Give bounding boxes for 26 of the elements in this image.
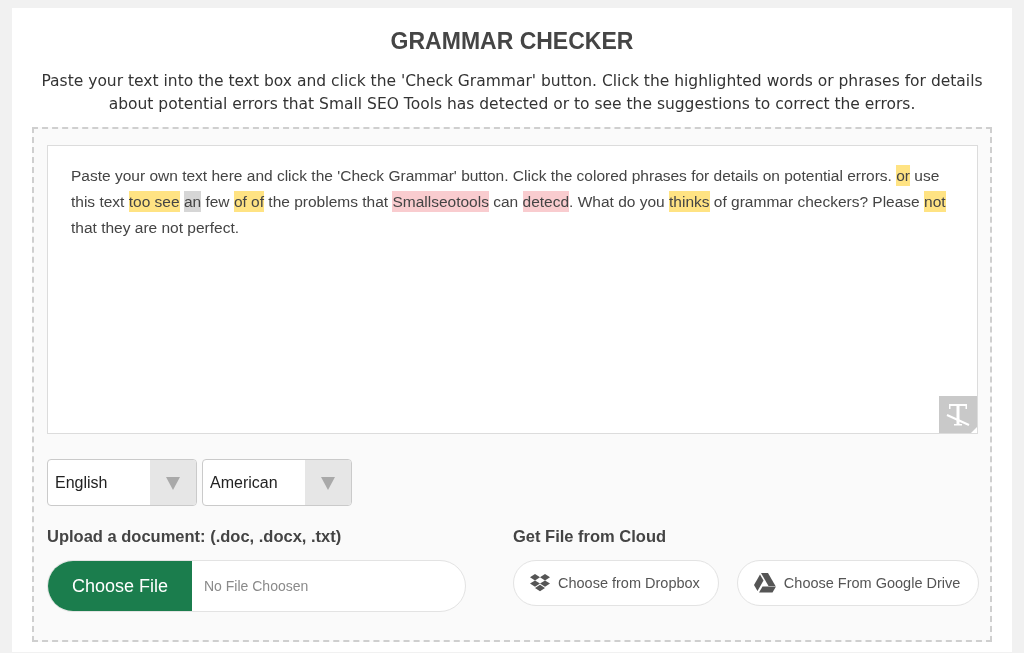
choose-file-button[interactable]: Choose File	[48, 561, 192, 611]
description-text: Paste your text into the text box and click the 'Check Grammar' button. Click the highlighted words or phrases for details about potential errors that Small SEO Tools has detected or to see the suggestions to correct the errors.	[40, 71, 984, 115]
clear-format-icon[interactable]	[939, 396, 977, 433]
highlighted-phrase[interactable]: too see	[128, 191, 180, 212]
caret-icon	[305, 460, 351, 505]
file-status-text: No File Choosen	[203, 578, 309, 594]
cloud-button[interactable]: Choose from Dropbox	[513, 560, 719, 606]
highlighted-phrase[interactable]: thinks	[669, 191, 710, 212]
highlighted-phrase[interactable]: not	[924, 191, 946, 212]
language-dropdown[interactable]: English	[47, 459, 197, 506]
google-drive-icon	[753, 573, 776, 593]
upload-label: Upload a document: (.doc, .docx, .txt)	[47, 526, 343, 546]
highlighted-phrase[interactable]: of of	[233, 191, 265, 212]
caret-icon	[150, 460, 196, 505]
language-dropdown[interactable]: American	[202, 459, 352, 506]
cloud-label: Get File from Cloud	[513, 526, 668, 546]
text-editor[interactable]	[47, 145, 978, 434]
editor-text: Paste your own text here and click the 'Check Grammar' button. Click the colored phrases for details on potential errors. or use this text too see an few of of the problems that Smallseotools can detecd. What do you thinks of grammar checkers? Please not that they are not perfect.	[71, 164, 947, 238]
highlighted-phrase[interactable]: or	[896, 165, 911, 186]
cloud-button[interactable]: Choose From Google Drive	[736, 560, 980, 606]
dropbox-icon	[530, 574, 550, 592]
file-input[interactable]: Choose File No File Choosen	[47, 560, 466, 612]
highlighted-phrase[interactable]: detecd	[522, 191, 570, 212]
highlighted-phrase[interactable]: an	[183, 191, 202, 212]
page-title: GRAMMAR CHECKER	[389, 27, 635, 56]
highlighted-phrase[interactable]: Smallseotools	[392, 191, 489, 212]
